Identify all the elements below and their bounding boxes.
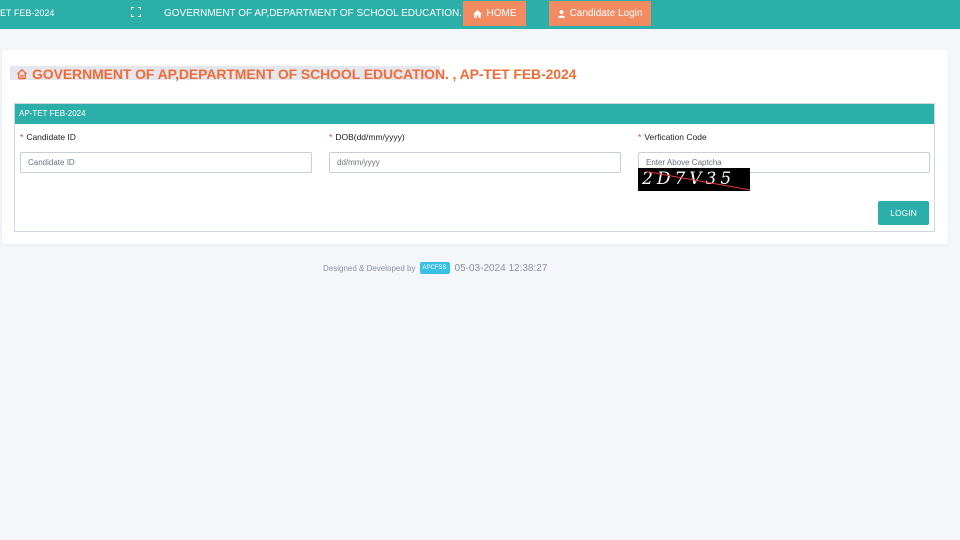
login-card: GOVERNMENT OF AP,DEPARTMENT OF SCHOOL ED… xyxy=(2,50,948,244)
designed-by-text: Designed & Developed by xyxy=(323,263,416,273)
candidate-id-label: * Candidate ID xyxy=(20,132,76,142)
expand-icon[interactable] xyxy=(131,7,141,17)
dob-input[interactable]: dd/mm/yyyy xyxy=(329,152,621,173)
home-button-label: HOME xyxy=(486,8,517,19)
apcfss-badge[interactable]: APCFSS xyxy=(419,262,450,274)
home-outline-icon xyxy=(17,69,27,80)
login-button[interactable]: LOGIN xyxy=(878,201,929,225)
login-panel: AP-TET FEB-2024 * Candidate ID Candidate … xyxy=(14,103,935,232)
candidate-login-button[interactable]: Candidate Login xyxy=(549,1,651,26)
required-marker: * xyxy=(20,132,24,142)
candidate-id-input[interactable]: Candidate ID xyxy=(20,152,312,173)
top-navbar: ET FEB-2024 GOVERNMENT OF AP,DEPARTMENT … xyxy=(0,0,960,29)
home-icon xyxy=(472,9,482,18)
footer: Designed & Developed by APCFSS 05-03-202… xyxy=(323,262,547,274)
home-button[interactable]: HOME xyxy=(463,1,526,26)
verification-code-group: * Verfication Code Enter Above Captcha xyxy=(638,132,930,173)
panel-heading: AP-TET FEB-2024 xyxy=(15,104,934,124)
dob-group: * DOB(dd/mm/yyyy) dd/mm/yyyy xyxy=(329,132,621,173)
captcha-image: 2D7V35 xyxy=(638,168,750,191)
navbar-title: GOVERNMENT OF AP,DEPARTMENT OF SCHOOL ED… xyxy=(164,8,463,19)
required-marker: * xyxy=(329,132,333,142)
dob-label: * DOB(dd/mm/yyyy) xyxy=(329,132,405,142)
candidate-login-label: Candidate Login xyxy=(569,8,643,19)
page-title: GOVERNMENT OF AP,DEPARTMENT OF SCHOOL ED… xyxy=(10,65,576,83)
user-icon xyxy=(557,9,565,18)
required-marker: * xyxy=(638,132,642,142)
page-title-text: GOVERNMENT OF AP,DEPARTMENT OF SCHOOL ED… xyxy=(32,66,577,82)
verification-code-label: * Verfication Code xyxy=(638,132,707,142)
navbar-brand[interactable]: ET FEB-2024 xyxy=(0,8,54,18)
candidate-id-group: * Candidate ID Candidate ID xyxy=(20,132,312,173)
timestamp: 05-03-2024 12:38:27 xyxy=(454,262,548,274)
